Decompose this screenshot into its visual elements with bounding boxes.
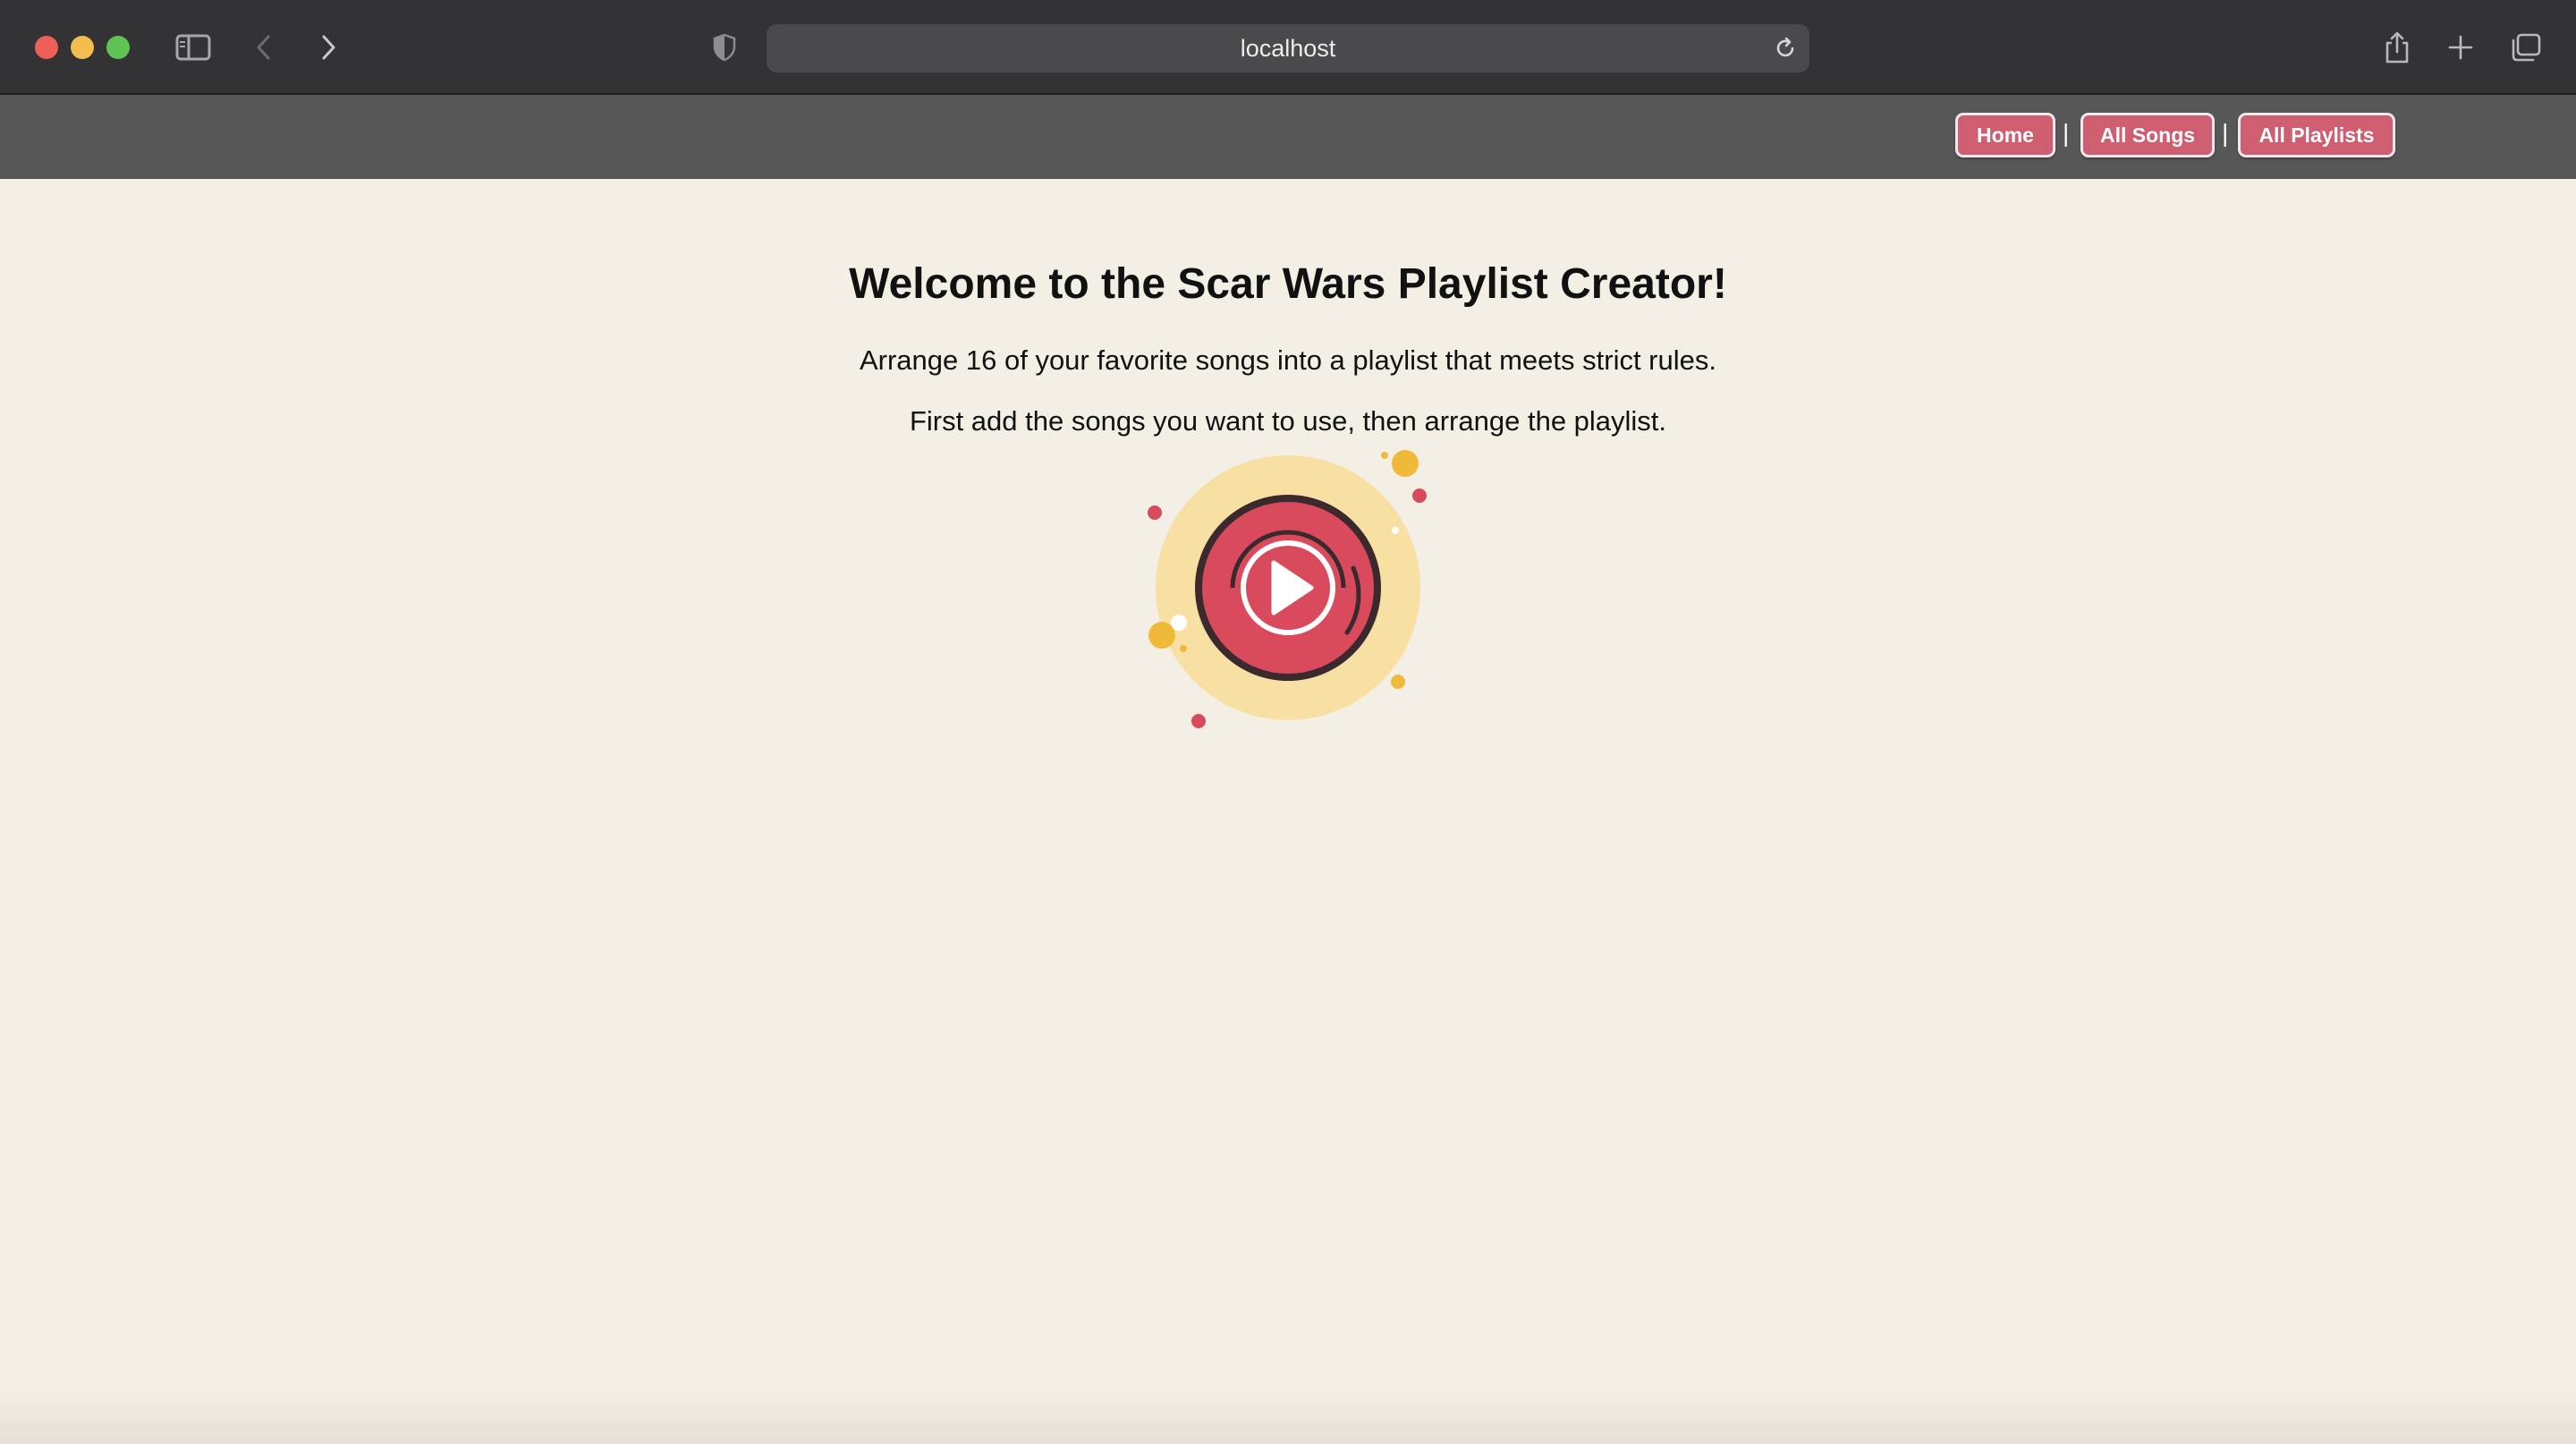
browser-toolbar: localhost: [0, 0, 2576, 95]
home-button[interactable]: Home: [1955, 113, 2055, 157]
nav-separator: |: [2222, 119, 2229, 147]
page-bottom-shadow: [0, 1390, 2576, 1444]
share-icon[interactable]: [2381, 27, 2413, 68]
sidebar-toggle-icon[interactable]: [173, 27, 214, 68]
music-play-button-icon: [1136, 443, 1440, 747]
privacy-shield-icon[interactable]: [711, 27, 738, 68]
all-songs-button[interactable]: All Songs: [2080, 113, 2215, 157]
close-window-button[interactable]: [35, 36, 58, 59]
intro-text: Arrange 16 of your favorite songs into a…: [859, 344, 1716, 376]
forward-arrow-icon[interactable]: [315, 27, 342, 68]
back-arrow-icon[interactable]: [250, 27, 277, 68]
new-tab-plus-icon[interactable]: [2445, 27, 2476, 68]
zoom-window-button[interactable]: [106, 36, 130, 59]
address-bar[interactable]: localhost: [767, 24, 1809, 72]
tab-overview-icon[interactable]: [2508, 27, 2544, 68]
nav-separator: |: [2063, 119, 2070, 147]
reload-icon[interactable]: [1772, 35, 1799, 62]
url-text: localhost: [1240, 34, 1336, 62]
minimize-window-button[interactable]: [71, 36, 94, 59]
instructions-text: First add the songs you want to use, the…: [909, 405, 1667, 437]
page-title: Welcome to the Scar Wars Playlist Creato…: [849, 260, 1727, 308]
all-playlists-button[interactable]: All Playlists: [2238, 113, 2395, 157]
site-nav-bar: Home | All Songs | All Playlists: [0, 95, 2576, 179]
